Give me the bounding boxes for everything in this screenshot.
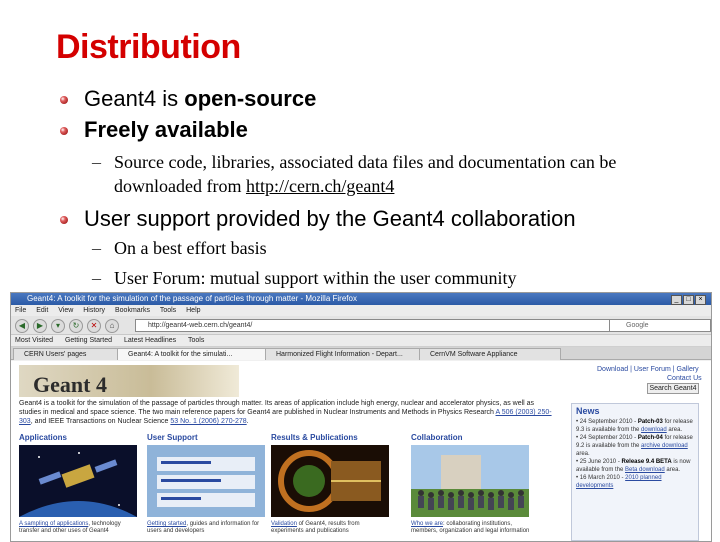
tab-flight-information[interactable]: Harmonized Flight Information - Depart..… <box>265 348 427 360</box>
news-text: area. <box>664 467 681 473</box>
forward-icon[interactable]: ▶ <box>33 319 47 333</box>
logo-text: Geant 4 <box>33 372 107 397</box>
news-text: area. <box>666 427 683 433</box>
home-icon[interactable]: ⌂ <box>105 319 119 333</box>
tab-bar: CERN Users' pages Geant4: A toolkit for … <box>11 347 711 360</box>
bullet-freely-available: Freely available <box>84 117 248 143</box>
close-icon[interactable]: × <box>695 295 706 305</box>
collaboration-heading[interactable]: Collaboration <box>411 433 463 442</box>
applications-heading[interactable]: Applications <box>19 433 67 442</box>
menu-file[interactable]: File <box>15 307 26 314</box>
web-page-content: Geant 4 Download | User Forum | Gallery … <box>11 361 711 541</box>
news-list: • 24 September 2010 - Patch-03 for relea… <box>576 418 694 490</box>
news-link[interactable]: Beta download <box>625 467 665 473</box>
tab-geant4[interactable]: Geant4: A toolkit for the simulati... <box>117 348 273 360</box>
results-caption: Validation of Geant4, results from exper… <box>271 521 393 535</box>
menu-bar: File Edit View History Bookmarks Tools H… <box>11 305 711 316</box>
geant4-link[interactable]: http://cern.ch/geant4 <box>246 176 394 196</box>
collaboration-caption: Who we are: collaborating institutions, … <box>411 521 533 535</box>
intro-text: . <box>246 418 249 425</box>
bookmark-latest-headlines[interactable]: Latest Headlines <box>124 337 176 344</box>
news-item: • 25 June 2010 - Release 9.4 BETA is now… <box>576 459 691 473</box>
news-link[interactable]: archive download <box>641 443 688 449</box>
news-date: 24 September 2010 - <box>579 435 637 441</box>
reload-icon[interactable]: ↻ <box>69 319 83 333</box>
news-text: area. <box>576 451 590 457</box>
results-image[interactable] <box>271 445 389 517</box>
bullet-bold-text: Freely available <box>84 117 248 142</box>
stop-icon[interactable]: ✕ <box>87 319 101 333</box>
menu-edit[interactable]: Edit <box>36 307 48 314</box>
bookmark-getting-started[interactable]: Getting Started <box>65 337 112 344</box>
contact-link[interactable]: Contact Us <box>667 375 702 382</box>
bullet-text: Geant4 is <box>84 86 185 111</box>
user-support-image[interactable] <box>147 445 265 517</box>
applications-image[interactable] <box>19 445 137 517</box>
bullet-user-support: User support provided by the Geant4 coll… <box>84 206 576 231</box>
sub-bullet-best-effort: On a best effort basis <box>114 238 267 258</box>
window-title: Geant4: A toolkit for the simulation of … <box>27 294 357 303</box>
tab-cern-users[interactable]: CERN Users' pages <box>13 348 125 360</box>
news-bold: Release 9.4 BETA <box>621 459 672 465</box>
news-date: 25 June 2010 - <box>579 459 620 465</box>
minimize-icon[interactable]: _ <box>671 295 682 305</box>
user-support-caption: Getting started, guides and information … <box>147 521 269 535</box>
sub-bullet-user-forum: User Forum: mutual support within the us… <box>114 268 517 288</box>
validation-link[interactable]: Validation <box>271 521 297 527</box>
sub-bullet-dash: – <box>92 152 101 172</box>
intro-text: , and IEEE Transactions on Nuclear Scien… <box>30 418 171 425</box>
bullet-icon <box>60 96 68 104</box>
who-we-are-link[interactable]: Who we are <box>411 521 443 527</box>
search-input[interactable]: Google <box>609 319 711 332</box>
dropdown-icon[interactable]: ▾ <box>51 319 65 333</box>
news-link[interactable]: download <box>641 427 667 433</box>
bullet-icon <box>60 216 68 224</box>
collaboration-image[interactable] <box>411 445 529 517</box>
reference-link[interactable]: 53 No. 1 (2006) 270-278 <box>170 418 246 425</box>
getting-started-link[interactable]: Getting started <box>147 521 186 527</box>
sub-bullet-download: Source code, libraries, associated data … <box>114 150 674 198</box>
back-icon[interactable]: ◀ <box>15 319 29 333</box>
maximize-icon[interactable]: □ <box>683 295 694 305</box>
url-bar[interactable]: http://geant4-web.cern.ch/geant4/ <box>135 319 619 332</box>
menu-bookmarks[interactable]: Bookmarks <box>115 307 150 314</box>
bullet-icon <box>60 127 68 135</box>
browser-screenshot: Geant4: A toolkit for the simulation of … <box>10 292 712 542</box>
news-item: • 24 September 2010 - Patch-04 for relea… <box>576 435 693 457</box>
news-bold: Patch-03 <box>637 419 663 425</box>
news-bold: Patch-04 <box>637 435 663 441</box>
bookmark-tools[interactable]: Tools <box>188 337 204 344</box>
news-date: 24 September 2010 - <box>579 419 637 425</box>
window-titlebar: Geant4: A toolkit for the simulation of … <box>11 293 711 305</box>
intro-text: Geant4 is a toolkit for the simulation o… <box>19 400 535 416</box>
applications-caption: A sampling of applications, technology t… <box>19 521 141 535</box>
news-item: • 16 March 2010 - 2010 planned developme… <box>576 475 662 489</box>
menu-history[interactable]: History <box>83 307 105 314</box>
sub-bullet-dash: – <box>92 238 101 258</box>
news-heading: News <box>576 406 600 416</box>
search-geant4-button[interactable]: Search Geant4 <box>647 383 699 394</box>
sub-bullet-dash: – <box>92 268 101 288</box>
user-support-heading[interactable]: User Support <box>147 433 198 442</box>
bullet-bold-text: open-source <box>184 86 317 111</box>
applications-link[interactable]: A sampling of applications <box>19 521 88 527</box>
news-item: • 24 September 2010 - Patch-03 for relea… <box>576 419 693 433</box>
top-links[interactable]: Download | User Forum | Gallery <box>597 366 699 373</box>
tab-cernvm[interactable]: CernVM Software Appliance <box>419 348 561 360</box>
menu-help[interactable]: Help <box>186 307 200 314</box>
bookmarks-toolbar: Most Visited Getting Started Latest Head… <box>11 335 711 347</box>
geant4-logo[interactable]: Geant 4 <box>19 365 239 397</box>
news-panel: News • 24 September 2010 - Patch-03 for … <box>571 403 699 541</box>
menu-tools[interactable]: Tools <box>160 307 176 314</box>
intro-paragraph: Geant4 is a toolkit for the simulation o… <box>19 399 555 426</box>
menu-view[interactable]: View <box>58 307 73 314</box>
bullet-open-source: Geant4 is open-source <box>84 86 316 112</box>
results-heading[interactable]: Results & Publications <box>271 433 358 442</box>
bookmark-most-visited[interactable]: Most Visited <box>15 337 53 344</box>
slide-title: Distribution <box>56 28 241 66</box>
news-date: 16 March 2010 - <box>579 475 624 481</box>
navigation-toolbar: ◀ ▶ ▾ ↻ ✕ ⌂ http://geant4-web.cern.ch/ge… <box>11 316 711 335</box>
